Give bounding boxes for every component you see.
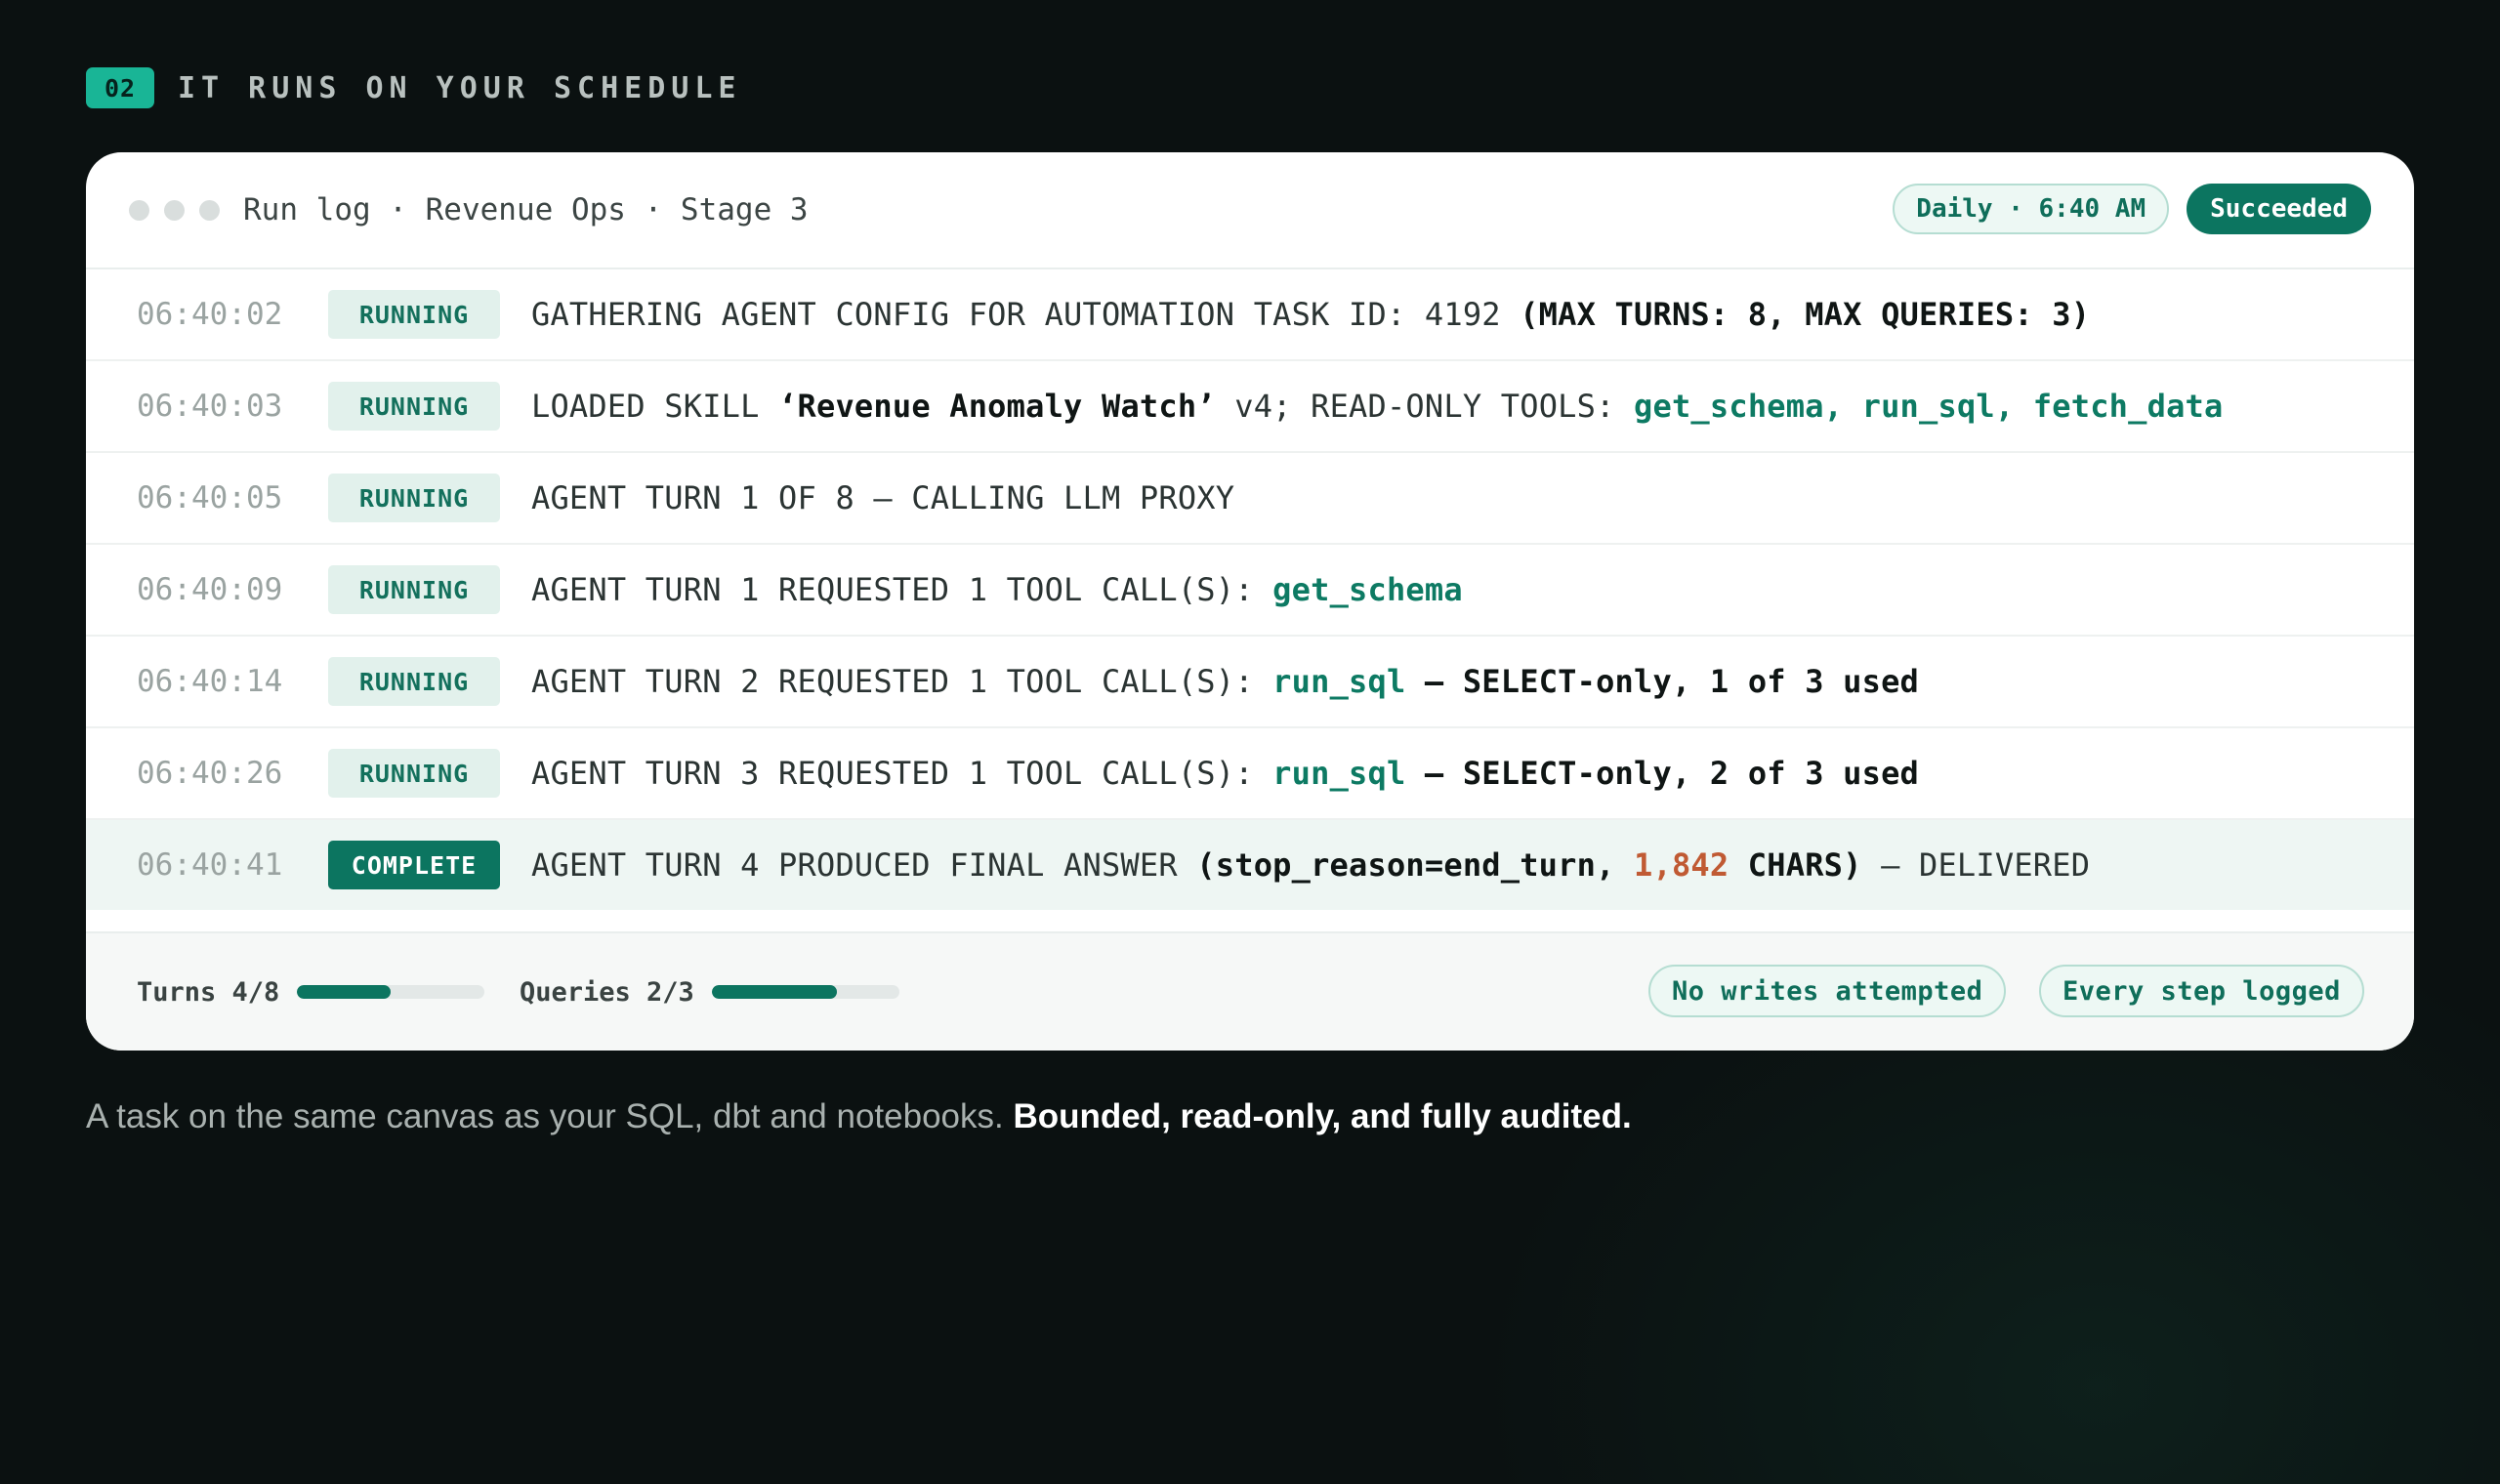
log-message-tool-segment: run_sql — [1272, 663, 1406, 700]
log-message-bold-segment: (MAX TURNS: 8, MAX QUERIES: 3) — [1520, 296, 2091, 333]
log-row: 06:40:41 COMPLETE AGENT TURN 4 PRODUCED FI… — [86, 820, 2414, 910]
log-message-plain-segment: LOADED SKILL — [531, 388, 779, 425]
queries-meter: Queries 2/3 — [520, 977, 899, 1008]
log-row: 06:40:05 RUNNING AGENT TURN 1 OF 8 — CALLI… — [86, 453, 2414, 545]
turns-meter: Turns 4/8 — [137, 976, 485, 1008]
caption: A task on the same canvas as your SQL, d… — [86, 1097, 1632, 1136]
log-row: 06:40:14 RUNNING AGENT TURN 2 REQUESTED 1 … — [86, 637, 2414, 728]
section-title: IT RUNS ON YOUR SCHEDULE — [178, 70, 742, 105]
log-message-bold-segment: ‘Revenue Anomaly Watch’ — [778, 388, 1216, 425]
log-row: 06:40:09 RUNNING AGENT TURN 1 REQUESTED 1 … — [86, 545, 2414, 637]
log-message: AGENT TURN 3 REQUESTED 1 TOOL CALL(S): r… — [531, 755, 1919, 792]
window-dot-icon[interactable] — [199, 199, 220, 221]
log-list: 06:40:02 RUNNING GATHERING AGENT CONFIG FO… — [86, 269, 2414, 935]
log-message-bold-segment: (stop_reason=end_turn, — [1196, 846, 1635, 884]
queries-progress-fill — [711, 985, 837, 999]
log-message-tool-segment: get_schema, run_sql, fetch_data — [1634, 388, 2224, 425]
log-message-num-segment: 1,842 — [1634, 846, 1729, 884]
log-message: AGENT TURN 1 OF 8 — CALLING LLM PROXY — [531, 479, 1234, 516]
log-message: AGENT TURN 4 PRODUCED FINAL ANSWER (stop… — [531, 846, 2090, 884]
turns-progress-fill — [297, 985, 392, 999]
log-message-plain-segment: AGENT TURN 2 REQUESTED 1 TOOL CALL(S): — [531, 663, 1273, 700]
log-timestamp: 06:40:09 — [137, 572, 283, 607]
section-number-badge: 02 — [86, 67, 154, 108]
turns-label: Turns 4/8 — [137, 976, 280, 1008]
log-timestamp: 06:40:03 — [137, 389, 283, 424]
run-log-window: Run log · Revenue Ops · Stage 3 Daily · … — [86, 152, 2414, 1051]
section-header: 02 IT RUNS ON YOUR SCHEDULE — [86, 66, 741, 109]
log-message: AGENT TURN 1 REQUESTED 1 TOOL CALL(S): g… — [531, 571, 1463, 608]
log-timestamp: 06:40:05 — [137, 480, 283, 515]
log-message-plain-segment: AGENT TURN 1 REQUESTED 1 TOOL CALL(S): — [531, 571, 1273, 608]
log-row: 06:40:02 RUNNING GATHERING AGENT CONFIG FO… — [86, 269, 2414, 361]
log-message-plain-segment: AGENT TURN 4 PRODUCED FINAL ANSWER — [531, 846, 1197, 884]
log-status-badge: RUNNING — [328, 290, 500, 339]
log-status-badge: RUNNING — [328, 565, 500, 614]
log-message-plain-segment: AGENT TURN 1 OF 8 — CALLING LLM PROXY — [531, 479, 1235, 516]
log-status-badge: RUNNING — [328, 474, 500, 522]
log-message-tool-segment: get_schema — [1272, 571, 1463, 608]
schedule-badge: Daily · 6:40 AM — [1893, 184, 2170, 234]
log-message-plain-segment: v4; READ-ONLY TOOLS: — [1215, 388, 1635, 425]
log-message-bold-segment: CHARS) — [1729, 846, 1862, 884]
queries-progress-track — [711, 985, 899, 999]
window-controls — [129, 199, 234, 221]
every-step-logged-badge: Every step logged — [2039, 965, 2364, 1017]
log-timestamp: 06:40:14 — [137, 664, 283, 699]
log-status-badge: RUNNING — [328, 382, 500, 431]
log-timestamp: 06:40:41 — [137, 847, 283, 883]
log-message-tool-segment: run_sql — [1272, 755, 1406, 792]
log-message-plain-segment: AGENT TURN 3 REQUESTED 1 TOOL CALL(S): — [531, 755, 1273, 792]
log-row: 06:40:03 RUNNING LOADED SKILL ‘Revenue Ano… — [86, 361, 2414, 453]
turns-progress-track — [297, 985, 485, 999]
log-status-badge: COMPLETE — [328, 841, 500, 889]
log-message: AGENT TURN 2 REQUESTED 1 TOOL CALL(S): r… — [531, 663, 1919, 700]
log-message-bold-segment: — SELECT-only, 1 of 3 used — [1405, 663, 1920, 700]
log-timestamp: 06:40:26 — [137, 756, 283, 791]
log-status-badge: RUNNING — [328, 657, 500, 706]
window-dot-icon[interactable] — [129, 199, 149, 221]
caption-lead: A task on the same canvas as your SQL, d… — [86, 1097, 1014, 1135]
log-message-bold-segment: — SELECT-only, 2 of 3 used — [1405, 755, 1920, 792]
titlebar-status-group: Daily · 6:40 AM Succeeded — [1893, 184, 2371, 234]
queries-label: Queries 2/3 — [520, 976, 694, 1008]
log-status-badge: RUNNING — [328, 749, 500, 798]
window-dot-icon[interactable] — [164, 199, 185, 221]
caption-emphasis: Bounded, read-only, and fully audited. — [1013, 1097, 1632, 1135]
log-timestamp: 06:40:02 — [137, 297, 283, 332]
window-titlebar: Run log · Revenue Ops · Stage 3 Daily · … — [86, 152, 2414, 269]
no-writes-badge: No writes attempted — [1648, 965, 2007, 1017]
log-message: GATHERING AGENT CONFIG FOR AUTOMATION TA… — [531, 296, 2090, 333]
log-message-plain-segment: — DELIVERED — [1861, 846, 2091, 884]
status-badge: Succeeded — [2187, 184, 2371, 234]
run-log-footer: Turns 4/8 Queries 2/3 No writes attempte… — [86, 931, 2414, 1051]
window-title: Run log · Revenue Ops · Stage 3 — [243, 192, 809, 227]
log-message-plain-segment: GATHERING AGENT CONFIG FOR AUTOMATION TA… — [531, 296, 1521, 333]
log-message: LOADED SKILL ‘Revenue Anomaly Watch’ v4;… — [531, 388, 2223, 425]
log-row: 06:40:26 RUNNING AGENT TURN 3 REQUESTED 1 … — [86, 728, 2414, 820]
